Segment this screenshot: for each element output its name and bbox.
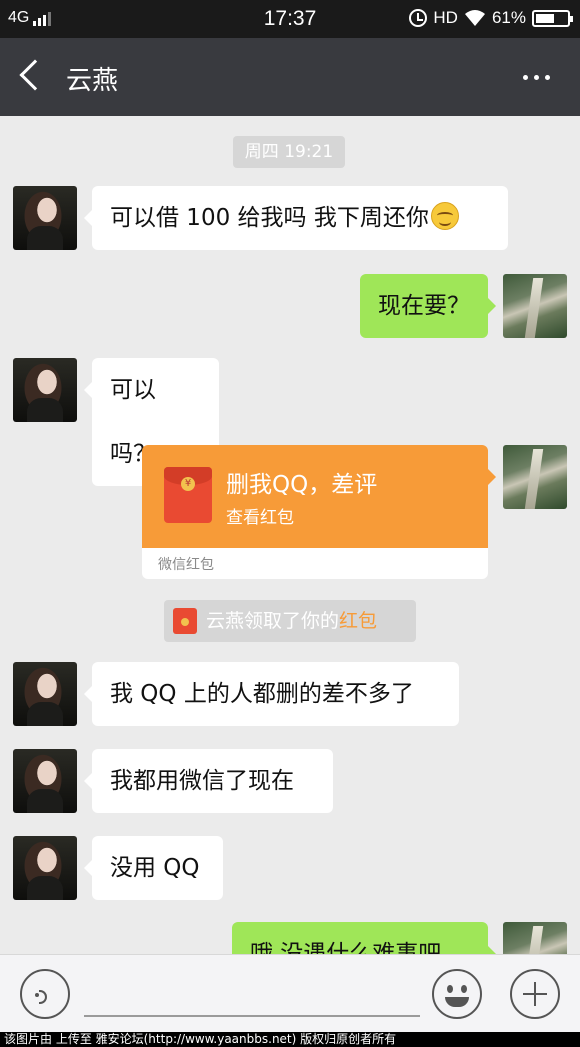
plus-icon[interactable]: [510, 969, 560, 1019]
chat-title: 云燕: [66, 66, 119, 96]
system-notice: 云燕领取了你的红包: [164, 600, 416, 642]
red-packet-title: 删我QQ，差评: [226, 472, 378, 498]
hd-label: HD: [433, 8, 458, 27]
message-bubble-sent[interactable]: 现在要？: [360, 274, 496, 338]
red-envelope-icon: [173, 608, 197, 634]
system-notice-text: 云燕领取了你的红包: [206, 610, 378, 632]
message-bubble-received[interactable]: 没用 QQ: [84, 836, 223, 900]
more-icon[interactable]: [523, 75, 550, 80]
message-text: 可以借 100 给我吗 我下周还你: [110, 205, 429, 231]
message-text: 哦 没遇什么难事吧: [250, 941, 442, 954]
contact-avatar[interactable]: [13, 836, 77, 900]
contact-avatar[interactable]: [13, 749, 77, 813]
chat-header: 云燕: [0, 38, 580, 116]
red-packet-footer-label: 微信红包: [158, 557, 214, 573]
red-packet-subtitle: 查看红包: [226, 508, 294, 528]
battery-icon: [532, 9, 573, 27]
back-icon[interactable]: [19, 59, 51, 91]
timestamp-chip: 周四 19:21: [233, 136, 345, 168]
red-packet-body: 删我QQ，差评 查看红包: [142, 445, 496, 548]
status-right: HD 61%: [409, 8, 573, 28]
my-avatar[interactable]: [503, 445, 567, 509]
emoji-icon[interactable]: [432, 969, 482, 1019]
alarm-icon: [409, 9, 428, 27]
battery-percent: 61%: [491, 8, 526, 27]
contact-avatar[interactable]: [13, 186, 77, 250]
message-text: 没用 QQ: [110, 855, 200, 881]
contact-avatar[interactable]: [13, 662, 77, 726]
my-avatar[interactable]: [503, 274, 567, 338]
input-bar: [0, 954, 580, 1032]
message-bubble-sent[interactable]: 哦 没遇什么难事吧: [232, 922, 496, 954]
smile-emoji-icon: [430, 202, 459, 230]
red-packet-link[interactable]: 红包: [339, 610, 377, 632]
battery-fill: [536, 13, 555, 23]
contact-avatar[interactable]: [13, 358, 77, 422]
my-avatar[interactable]: [503, 922, 567, 954]
message-bubble-received[interactable]: 我都用微信了现在: [84, 749, 333, 813]
wifi-icon: [464, 10, 485, 26]
voice-icon[interactable]: [20, 969, 70, 1019]
message-input[interactable]: [84, 1015, 420, 1017]
message-list[interactable]: 周四 19:21 可以借 100 给我吗 我下周还你 现在要？ 可以吗？ 删我Q…: [0, 116, 580, 954]
red-envelope-icon: [164, 467, 212, 523]
watermark-text: 该图片由 上传至 雅安论坛(http://www.yaanbbs.net) 版权…: [0, 1032, 580, 1047]
red-packet-footer: 微信红包: [142, 548, 488, 579]
message-text: 我都用微信了现在: [110, 768, 294, 794]
message-bubble-received[interactable]: 可以借 100 给我吗 我下周还你: [84, 186, 508, 250]
message-text: 我 QQ 上的人都删的差不多了: [110, 681, 414, 707]
message-text: 现在要？: [378, 293, 470, 319]
message-bubble-received[interactable]: 我 QQ 上的人都删的差不多了: [84, 662, 459, 726]
status-bar: 4G 17:37 HD 61%: [0, 0, 580, 38]
red-packet-card[interactable]: 删我QQ，差评 查看红包 微信红包: [142, 445, 496, 579]
